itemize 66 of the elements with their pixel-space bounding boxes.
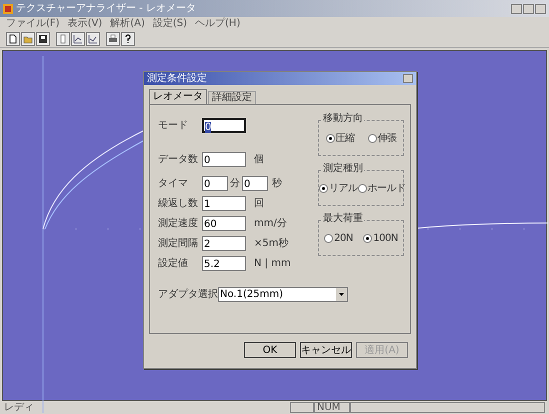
status-indicator: NUM: [314, 402, 350, 413]
unit-label: ×5m秒: [254, 236, 288, 250]
field-label: データ数: [158, 152, 199, 166]
input-field[interactable]: 0: [202, 152, 246, 166]
radio-button[interactable]: [358, 184, 366, 192]
status-panel: [290, 402, 314, 413]
option-label: リアル: [329, 182, 358, 196]
menu-item[interactable]: ヘルプ(H): [195, 19, 240, 29]
field-label: 測定間隔: [158, 236, 199, 250]
group-title: 測定種別: [322, 164, 364, 174]
dialog-button[interactable]: OK: [244, 342, 296, 358]
tab[interactable]: 詳細設定: [208, 91, 256, 104]
dropdown[interactable]: No.1(25mm): [218, 287, 348, 302]
input-field[interactable]: 1: [202, 196, 246, 210]
window-title: テクスチャーアナライザー - レオメータ: [16, 4, 196, 14]
field-label: 測定速度: [158, 216, 199, 230]
menu-item[interactable]: 設定(S): [152, 19, 188, 29]
menu-item[interactable]: 表示(V): [68, 19, 102, 29]
caret-icon: [336, 288, 347, 301]
chart-icon[interactable]: [71, 32, 85, 46]
tab[interactable]: レオメータ: [149, 89, 207, 104]
unit-label: 個: [254, 152, 264, 166]
print-icon[interactable]: [106, 32, 120, 46]
unit-label: N | mm: [254, 256, 291, 270]
minimize-button[interactable]: [511, 4, 522, 14]
save-icon[interactable]: [36, 32, 50, 46]
page-icon[interactable]: [56, 32, 70, 46]
field-label: 設定値: [158, 256, 189, 270]
option-label: 伸張: [378, 132, 396, 146]
unit-label: 回: [254, 196, 264, 210]
option-label: 100N: [373, 232, 398, 246]
dialog-button[interactable]: キャンセル: [300, 342, 352, 358]
chart-icon[interactable]: [86, 32, 100, 46]
dialog-title: 測定条件設定: [147, 74, 207, 84]
input-field[interactable]: 2: [202, 236, 246, 250]
option-label: 20N: [334, 232, 353, 246]
input-field[interactable]: 0: [202, 118, 246, 132]
radio-button[interactable]: [363, 234, 372, 242]
group-title: 最大荷重: [322, 214, 364, 224]
field-label: 繰返し数: [158, 196, 199, 210]
radio-button[interactable]: [319, 184, 328, 192]
input-field[interactable]: 0: [242, 176, 268, 190]
close-button[interactable]: [535, 4, 546, 14]
option-label: ホールド: [368, 182, 406, 196]
radio-button[interactable]: [326, 134, 334, 142]
unit-label: 秒: [272, 176, 282, 190]
app-icon: [3, 4, 13, 14]
input-field[interactable]: 5.2: [202, 256, 246, 270]
field-label: アダプタ選択: [158, 288, 218, 302]
menu-item[interactable]: 解析(A): [110, 19, 145, 29]
unit-label: mm/分: [254, 216, 287, 230]
status-text: レディ: [4, 402, 35, 412]
help-icon[interactable]: [121, 32, 135, 46]
field-label: モード: [158, 118, 189, 132]
radio-button[interactable]: [368, 134, 376, 142]
radio-button[interactable]: [324, 234, 334, 242]
group-title: 移動方向: [322, 114, 364, 124]
input-field[interactable]: 0: [202, 176, 228, 190]
input-field[interactable]: 60: [202, 216, 246, 230]
maximize-button[interactable]: [523, 4, 534, 14]
menu-item[interactable]: ファイル(F): [6, 19, 60, 29]
field-label: タイマ: [158, 176, 189, 190]
close-button[interactable]: [403, 74, 413, 83]
option-label: 圧縮: [336, 132, 354, 146]
new-file-icon[interactable]: [6, 32, 20, 46]
unit-label: 分: [230, 176, 240, 190]
